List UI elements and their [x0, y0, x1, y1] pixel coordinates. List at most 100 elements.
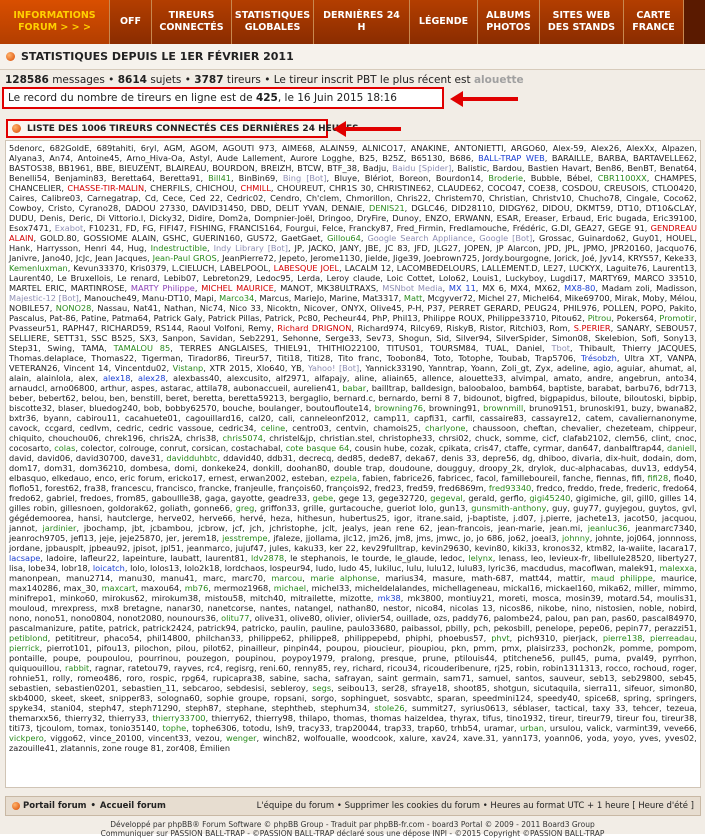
user-link[interactable]: titi73 — [9, 723, 30, 733]
user-link[interactable]: pierre138 — [603, 633, 643, 643]
user-link[interactable]: MARTINROSE — [71, 283, 125, 293]
user-link[interactable]: jcf — [233, 523, 243, 533]
user-link[interactable]: buzy — [631, 403, 651, 413]
nav-item-2[interactable]: TIREURS CONNECTÉS — [152, 0, 232, 44]
user-link[interactable]: esteban — [292, 473, 325, 483]
user-link[interactable]: ezpela — [330, 473, 357, 483]
user-link[interactable]: alex18 — [103, 373, 130, 383]
user-link[interactable]: Pat-86 — [50, 313, 76, 323]
user-link[interactable]: presque — [381, 653, 414, 663]
user-link[interactable]: jannot — [9, 523, 35, 533]
user-link[interactable]: olivier54 — [355, 613, 391, 623]
user-link[interactable]: cassayre12 — [531, 413, 578, 423]
user-link[interactable]: GOLD.80 — [40, 233, 77, 243]
user-link[interactable]: yoann06 — [545, 733, 581, 743]
user-link[interactable]: FIFI47 — [159, 223, 184, 233]
user-link[interactable]: Marco34 — [219, 293, 254, 303]
user-link[interactable]: aurelien41 — [293, 383, 337, 393]
user-link[interactable]: ser28 — [382, 683, 405, 693]
user-link[interactable]: samuel — [478, 673, 508, 683]
user-link[interactable]: lukiluc — [375, 563, 401, 573]
user-link[interactable]: pull45 — [561, 653, 586, 663]
user-link[interactable]: Henri 44 — [85, 243, 121, 253]
user-link[interactable]: speedmini124 — [473, 693, 531, 703]
user-link[interactable]: le stephanois — [290, 553, 345, 563]
user-link[interactable]: thomas haizeldea — [370, 713, 444, 723]
user-link[interactable]: BinBin69 — [239, 173, 276, 183]
user-link[interactable]: sorgo — [311, 693, 334, 703]
user-link[interactable]: DKMT59 — [576, 203, 610, 213]
user-link[interactable]: COCO47 — [487, 183, 522, 193]
user-link[interactable]: agio — [593, 363, 611, 373]
user-link[interactable]: 5denorc — [9, 143, 42, 153]
user-link[interactable]: PERRET GERARD — [449, 303, 519, 313]
user-link[interactable]: pascal84970 — [642, 613, 694, 623]
user-link[interactable]: chris5074 — [223, 433, 263, 443]
user-link[interactable]: Ristor — [480, 323, 504, 333]
user-link[interactable]: beretta59213 — [228, 393, 284, 403]
user-link[interactable]: vezou — [195, 733, 219, 743]
user-link[interactable]: JOPEN — [465, 243, 490, 253]
user-link[interactable]: Zoli_gt — [501, 363, 529, 373]
user-link[interactable]: VANPA — [667, 353, 694, 363]
user-link[interactable]: marc70 — [232, 573, 263, 583]
user-link[interactable]: CHOUREUT — [277, 183, 323, 193]
user-link[interactable]: max_30 — [64, 583, 96, 593]
user-link[interactable]: ccgard — [45, 423, 73, 433]
user-link[interactable]: GEA27 — [575, 223, 603, 233]
user-link[interactable]: baptiste — [548, 383, 581, 393]
user-link[interactable]: alouette33 — [459, 373, 503, 383]
user-link[interactable]: Toto — [434, 353, 451, 363]
user-link[interactable]: al — [687, 363, 694, 373]
user-link[interactable]: saint germain — [378, 673, 436, 683]
user-link[interactable]: gillesnoen — [60, 503, 102, 513]
user-link[interactable]: Leroy claude — [327, 273, 381, 283]
user-link[interactable]: JBE — [365, 243, 378, 253]
user-link[interactable]: Kevun33370 — [73, 263, 124, 273]
user-link[interactable]: sebcaroo — [183, 683, 220, 693]
user-link[interactable]: fredco — [537, 483, 563, 493]
user-link[interactable]: paibassol — [401, 623, 440, 633]
user-link[interactable]: Cd — [145, 193, 156, 203]
user-link[interactable]: yann173 — [502, 733, 538, 743]
user-link[interactable]: Trésobzh — [581, 353, 617, 363]
user-link[interactable]: cheftan — [523, 423, 554, 433]
user-link[interactable]: gege32720 — [378, 493, 425, 503]
user-link[interactable]: DT10&CLAY — [646, 203, 695, 213]
user-link[interactable]: Sanpon — [162, 333, 193, 343]
user-link[interactable]: Jean Jacques — [95, 253, 147, 263]
user-link[interactable]: Laguite76 — [606, 263, 647, 273]
user-link[interactable]: Trap5706 — [535, 353, 573, 363]
user-link[interactable]: CHANCELIER — [9, 183, 61, 193]
user-link[interactable]: gabriel — [46, 493, 74, 503]
user-link[interactable]: wolfoualle — [304, 733, 346, 743]
user-link[interactable]: segs — [312, 683, 331, 693]
user-link[interactable]: Indestructible — [151, 243, 207, 253]
user-link[interactable]: TAMA — [82, 343, 105, 353]
user-link[interactable]: drylok — [528, 463, 553, 473]
user-link[interactable]: Christem70 — [435, 193, 482, 203]
user-link[interactable]: la-waiite — [618, 543, 653, 553]
user-link[interactable]: fabricec — [438, 473, 471, 483]
user-link[interactable]: bernard.c — [334, 393, 373, 403]
user-link[interactable]: ratetou79 — [128, 663, 168, 673]
user-link[interactable]: micheldelalandes — [355, 583, 427, 593]
user-link[interactable]: Bardou — [493, 163, 522, 173]
user-link[interactable]: thierry33700 — [152, 713, 205, 723]
user-link[interactable]: sauveur — [549, 673, 582, 683]
user-link[interactable]: Jorick — [554, 253, 576, 263]
user-link[interactable]: Cingale — [626, 193, 657, 203]
user-link[interactable]: tehcer — [633, 703, 659, 713]
user-link[interactable]: centvin — [336, 423, 366, 433]
user-link[interactable]: Dringoo — [319, 213, 351, 223]
user-link[interactable]: ARGO60 — [511, 143, 546, 153]
user-link[interactable]: johnny — [562, 533, 590, 543]
user-link[interactable]: BTF_38 — [327, 163, 357, 173]
user-link[interactable]: motard.54 — [607, 593, 650, 603]
user-link[interactable]: lolo2k18 — [185, 563, 220, 573]
user-link[interactable]: YB — [291, 363, 302, 373]
user-link[interactable]: clafab2102 — [563, 433, 609, 443]
user-link[interactable]: DIDGY62 — [499, 203, 535, 213]
user-link[interactable]: MX62 — [535, 283, 558, 293]
user-link[interactable]: MX4 — [510, 283, 528, 293]
